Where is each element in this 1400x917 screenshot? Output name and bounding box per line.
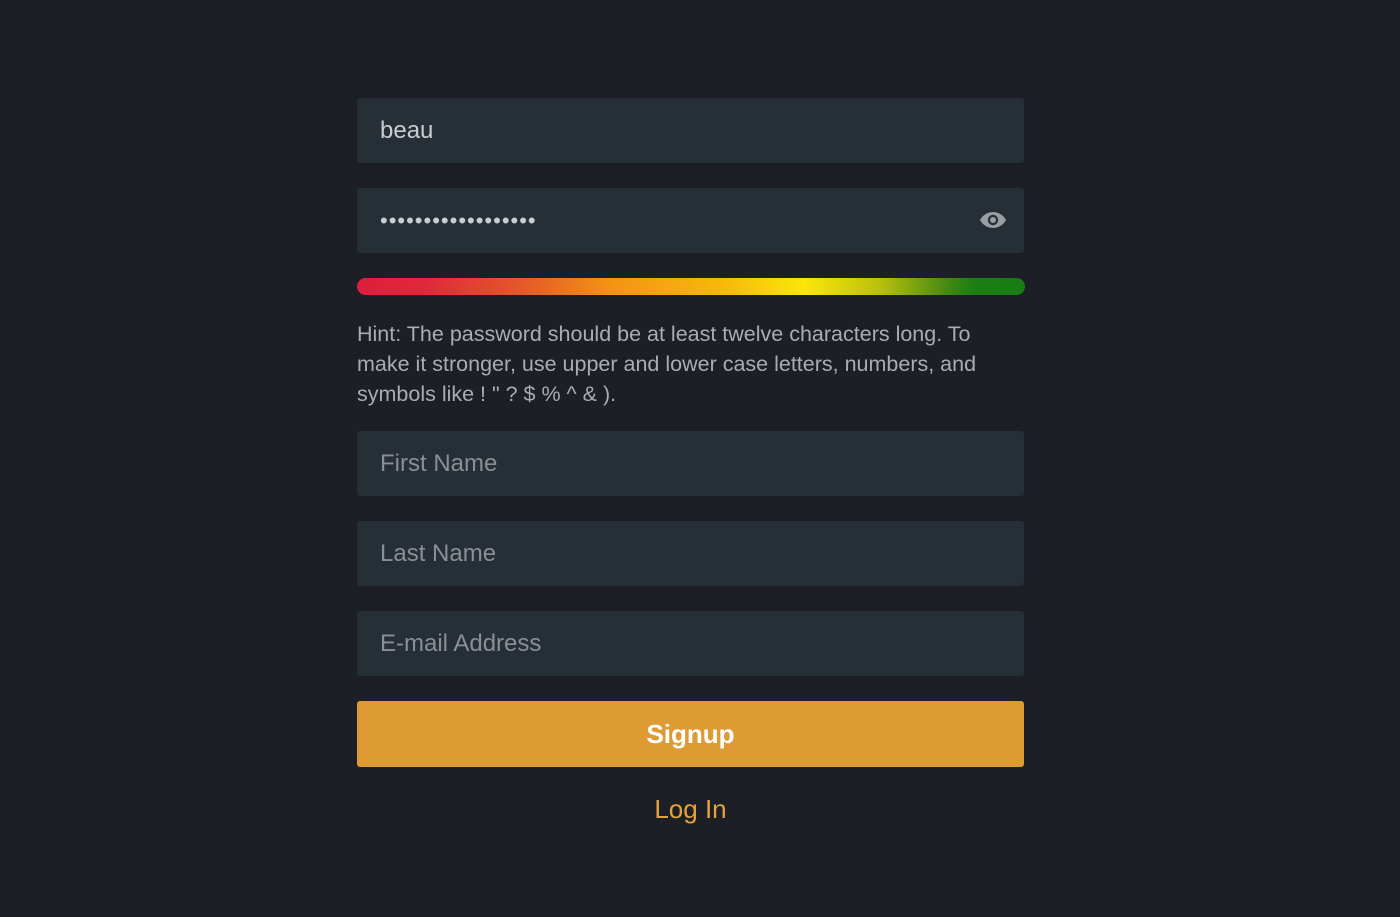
login-link[interactable]: Log In (357, 794, 1024, 825)
username-input[interactable] (357, 98, 1024, 163)
eye-icon[interactable] (979, 209, 1007, 231)
last-name-field-wrapper (357, 521, 1024, 586)
signup-form: Hint: The password should be at least tw… (357, 98, 1025, 825)
last-name-input[interactable] (357, 521, 1024, 586)
password-strength-bar (357, 278, 1025, 295)
email-field-wrapper (357, 611, 1024, 676)
password-input[interactable] (357, 188, 1024, 253)
password-field-wrapper (357, 188, 1024, 253)
email-input[interactable] (357, 611, 1024, 676)
first-name-field-wrapper (357, 431, 1024, 496)
signup-button[interactable]: Signup (357, 701, 1024, 767)
first-name-input[interactable] (357, 431, 1024, 496)
username-field-wrapper (357, 98, 1024, 163)
password-hint: Hint: The password should be at least tw… (357, 322, 977, 406)
